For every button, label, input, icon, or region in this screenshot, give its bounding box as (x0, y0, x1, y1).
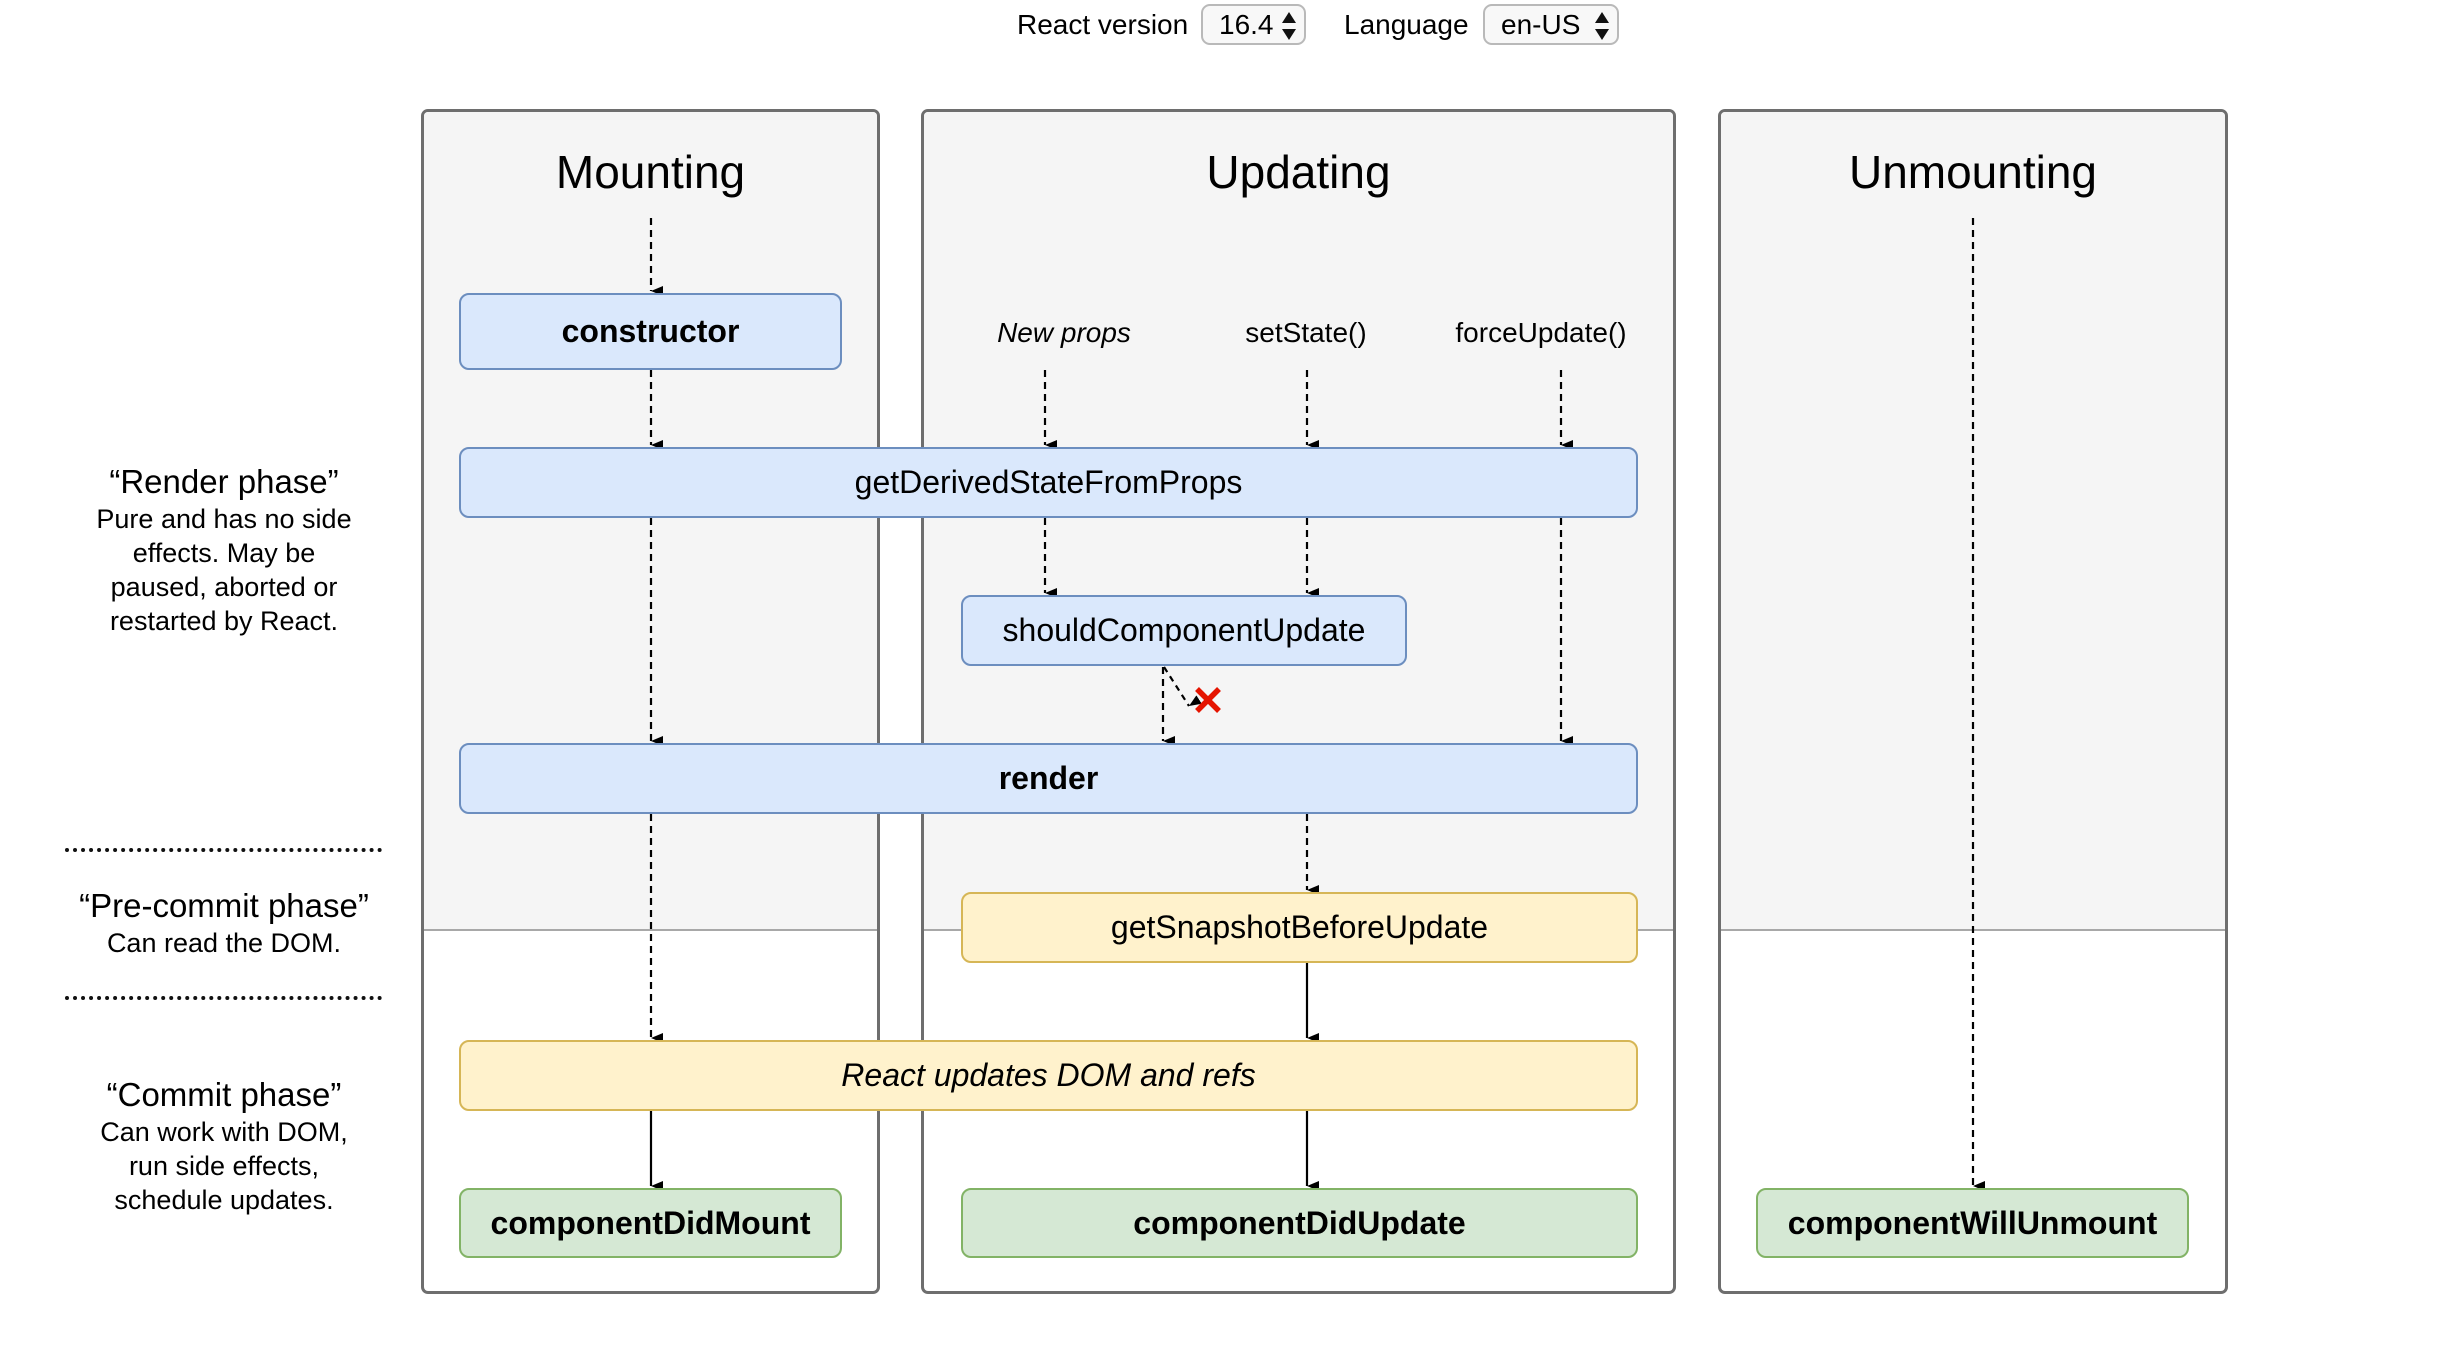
language-select[interactable]: en-US (1483, 4, 1619, 45)
phase-divider-dotted (65, 848, 382, 852)
mounting-title: Mounting (555, 146, 746, 198)
component-will-unmount-label: componentWillUnmount (1787, 1204, 2158, 1241)
should-component-update-box: shouldComponentUpdate (961, 595, 1407, 666)
updating-column: Updating (921, 109, 1676, 1294)
render-phase-area (1721, 112, 2225, 931)
phase-divider-dotted (65, 996, 382, 1000)
select-arrows-icon (1282, 12, 1296, 40)
select-arrows-icon (1595, 12, 1609, 40)
trigger-new-props: New props (997, 317, 1131, 348)
render-phase-line: paused, aborted or (110, 572, 338, 602)
commit-phase-line: schedule updates. (114, 1185, 334, 1215)
trigger-set-state: setState() (1245, 317, 1367, 348)
react-updates-dom-box: React updates DOM and refs (459, 1040, 1638, 1111)
updating-title: Updating (1206, 146, 1391, 198)
precommit-phase-line: Can read the DOM. (106, 928, 342, 958)
render-box: render (459, 743, 1638, 814)
component-did-update-box: componentDidUpdate (961, 1188, 1638, 1258)
react-version-select[interactable]: 16.4 (1201, 4, 1306, 45)
get-derived-state-from-props-box: getDerivedStateFromProps (459, 447, 1638, 518)
render-label: render (998, 760, 1099, 796)
render-phase-line: restarted by React. (109, 606, 339, 636)
precommit-phase-title: “Pre-commit phase” (79, 887, 369, 924)
constructor-box: constructor (459, 293, 842, 370)
get-derived-state-from-props-label: getDerivedStateFromProps (854, 464, 1243, 500)
commit-phase-line: Can work with DOM, (100, 1117, 348, 1147)
precommit-phase-description: “Pre-commit phase” Can read the DOM. (60, 886, 388, 960)
render-phase-line: Pure and has no side (96, 504, 352, 534)
component-will-unmount-box: componentWillUnmount (1756, 1188, 2189, 1258)
unmounting-column: Unmounting (1718, 109, 2228, 1294)
trigger-force-update: forceUpdate() (1455, 317, 1627, 348)
language-value: en-US (1501, 9, 1581, 40)
react-updates-dom-label: React updates DOM and refs (841, 1057, 1256, 1093)
render-phase-title: “Render phase” (109, 463, 339, 500)
react-version-value: 16.4 (1219, 9, 1274, 40)
commit-phase-description: “Commit phase” Can work with DOM, run si… (60, 1075, 388, 1217)
mounting-column: Mounting (421, 109, 880, 1294)
language-label: Language (1344, 9, 1469, 40)
render-phase-line: effects. May be (132, 538, 316, 568)
commit-phase-title: “Commit phase” (106, 1076, 342, 1113)
constructor-label: constructor (561, 313, 740, 349)
component-did-mount-label: componentDidMount (490, 1204, 811, 1241)
component-did-update-label: componentDidUpdate (1133, 1204, 1466, 1241)
get-snapshot-before-update-box: getSnapshotBeforeUpdate (961, 892, 1638, 963)
component-did-mount-box: componentDidMount (459, 1188, 842, 1258)
get-snapshot-before-update-label: getSnapshotBeforeUpdate (1110, 909, 1489, 945)
unmounting-title: Unmounting (1848, 146, 2098, 198)
render-phase-description: “Render phase” Pure and has no side effe… (60, 462, 388, 638)
commit-phase-line: run side effects, (128, 1151, 320, 1181)
should-component-update-label: shouldComponentUpdate (1002, 612, 1366, 648)
react-version-label: React version (1017, 9, 1189, 40)
